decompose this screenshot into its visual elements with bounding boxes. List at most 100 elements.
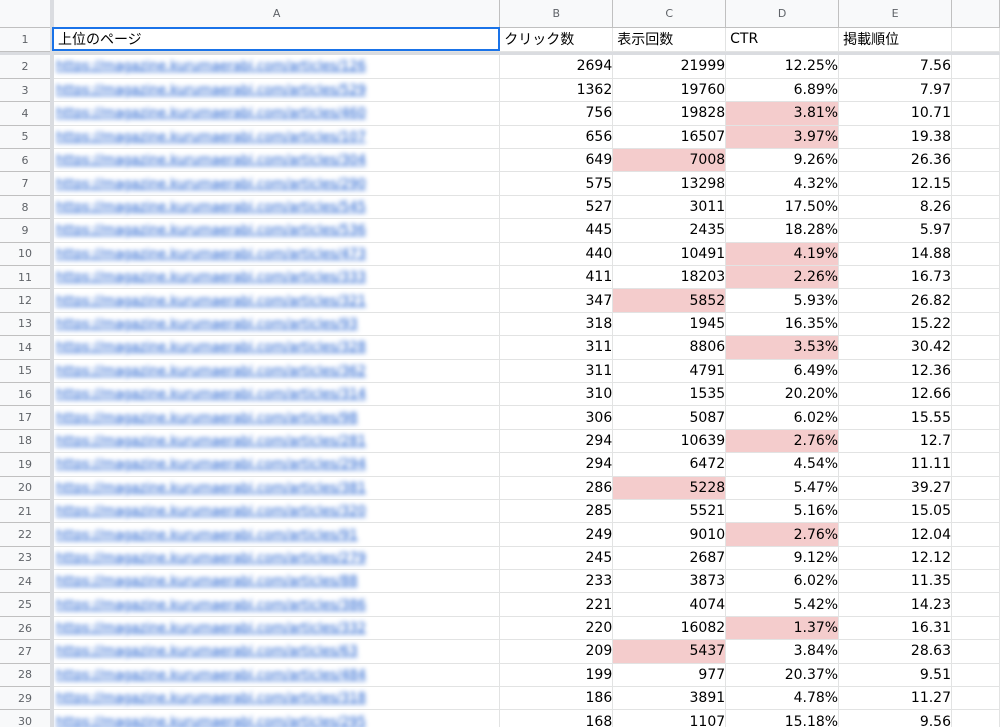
- cell-ctr[interactable]: 3.97%: [725, 125, 840, 150]
- cell-position-header[interactable]: 掲載順位: [838, 27, 952, 52]
- row-number[interactable]: 25: [0, 592, 54, 617]
- cell-clicks[interactable]: 220: [499, 616, 614, 641]
- row-number[interactable]: 17: [0, 405, 54, 430]
- cell-empty[interactable]: [951, 148, 1000, 173]
- cell-page-url[interactable]: https://magazine.kurumaerabi.com/article…: [51, 148, 501, 173]
- page-url-link[interactable]: https://magazine.kurumaerabi.com/article…: [54, 270, 366, 285]
- page-url-link[interactable]: https://magazine.kurumaerabi.com/article…: [54, 247, 366, 262]
- cell-empty[interactable]: [951, 709, 1000, 727]
- column-header-d[interactable]: D: [725, 0, 840, 28]
- row-number[interactable]: 21: [0, 499, 54, 524]
- cell-position[interactable]: 12.04: [838, 522, 952, 547]
- cell-ctr[interactable]: 2.76%: [725, 522, 840, 547]
- cell-empty[interactable]: [951, 686, 1000, 711]
- page-url-link[interactable]: https://magazine.kurumaerabi.com/article…: [54, 598, 366, 613]
- row-number[interactable]: 15: [0, 359, 54, 383]
- cell-page-url[interactable]: https://magazine.kurumaerabi.com/article…: [51, 429, 501, 454]
- cell-impressions[interactable]: 1945: [612, 312, 727, 337]
- cell-ctr[interactable]: 4.78%: [725, 686, 840, 711]
- cell-impressions[interactable]: 8806: [612, 335, 727, 360]
- cell-impressions[interactable]: 1535: [612, 382, 727, 407]
- row-number[interactable]: 18: [0, 429, 54, 454]
- cell-impressions[interactable]: 13298: [612, 171, 727, 196]
- cell-impressions[interactable]: 10639: [612, 429, 727, 454]
- cell-clicks[interactable]: 306: [499, 405, 614, 430]
- cell-clicks[interactable]: 310: [499, 382, 614, 407]
- row-number[interactable]: 11: [0, 265, 54, 290]
- row-number[interactable]: 9: [0, 218, 54, 243]
- cell-impressions[interactable]: 4074: [612, 592, 727, 617]
- cell-ctr[interactable]: 2.76%: [725, 429, 840, 454]
- row-number[interactable]: 24: [0, 569, 54, 594]
- column-header-b[interactable]: B: [499, 0, 614, 28]
- cell-page-url[interactable]: https://magazine.kurumaerabi.com/article…: [51, 382, 501, 407]
- cell-empty[interactable]: [951, 522, 1000, 547]
- page-url-link[interactable]: https://magazine.kurumaerabi.com/article…: [54, 504, 366, 519]
- row-number[interactable]: 3: [0, 78, 54, 103]
- cell-page-url[interactable]: https://magazine.kurumaerabi.com/article…: [51, 359, 501, 383]
- cell-position[interactable]: 14.23: [838, 592, 952, 617]
- cell-page-url[interactable]: https://magazine.kurumaerabi.com/article…: [51, 55, 501, 79]
- cell-ctr[interactable]: 16.35%: [725, 312, 840, 337]
- cell-clicks[interactable]: 209: [499, 639, 614, 664]
- cell-position[interactable]: 12.7: [838, 429, 952, 454]
- cell-empty[interactable]: [951, 218, 1000, 243]
- page-url-link[interactable]: https://magazine.kurumaerabi.com/article…: [54, 294, 366, 309]
- page-url-link[interactable]: https://magazine.kurumaerabi.com/article…: [54, 715, 366, 727]
- cell-clicks[interactable]: 575: [499, 171, 614, 196]
- cell-impressions[interactable]: 9010: [612, 522, 727, 547]
- row-number[interactable]: 1: [0, 27, 54, 52]
- cell-impressions[interactable]: 5087: [612, 405, 727, 430]
- cell-impressions[interactable]: 5228: [612, 476, 727, 500]
- cell-clicks[interactable]: 411: [499, 265, 614, 290]
- cell-impressions[interactable]: 1107: [612, 709, 727, 727]
- cell-clicks[interactable]: 285: [499, 499, 614, 524]
- page-url-link[interactable]: https://magazine.kurumaerabi.com/article…: [54, 130, 366, 145]
- cell-empty[interactable]: [951, 55, 1000, 79]
- cell-ctr[interactable]: 4.54%: [725, 452, 840, 477]
- cell-position[interactable]: 30.42: [838, 335, 952, 360]
- cell-ctr[interactable]: 3.81%: [725, 101, 840, 126]
- cell-ctr[interactable]: 2.26%: [725, 265, 840, 290]
- cell-clicks[interactable]: 311: [499, 359, 614, 383]
- cell-page-url[interactable]: https://magazine.kurumaerabi.com/article…: [51, 709, 501, 727]
- row-number[interactable]: 2: [0, 55, 54, 79]
- cell-page-url[interactable]: https://magazine.kurumaerabi.com/article…: [51, 592, 501, 617]
- cell-ctr[interactable]: 9.12%: [725, 546, 840, 571]
- page-url-link[interactable]: https://magazine.kurumaerabi.com/article…: [54, 364, 366, 379]
- cell-clicks[interactable]: 233: [499, 569, 614, 594]
- cell-empty[interactable]: [951, 78, 1000, 103]
- cell-position[interactable]: 5.97: [838, 218, 952, 243]
- cell-empty[interactable]: [951, 569, 1000, 594]
- column-header-a[interactable]: A: [51, 0, 501, 28]
- cell-position[interactable]: 12.12: [838, 546, 952, 571]
- cell-ctr[interactable]: 6.02%: [725, 405, 840, 430]
- cell-ctr[interactable]: 20.37%: [725, 663, 840, 688]
- row-number[interactable]: 22: [0, 522, 54, 547]
- cell-page-url[interactable]: https://magazine.kurumaerabi.com/article…: [51, 125, 501, 150]
- row-number[interactable]: 8: [0, 195, 54, 220]
- page-url-link[interactable]: https://magazine.kurumaerabi.com/article…: [54, 200, 366, 215]
- cell-page-url[interactable]: https://magazine.kurumaerabi.com/article…: [51, 546, 501, 571]
- cell-position[interactable]: 9.51: [838, 663, 952, 688]
- cell-clicks[interactable]: 221: [499, 592, 614, 617]
- cell-page-url[interactable]: https://magazine.kurumaerabi.com/article…: [51, 452, 501, 477]
- cell-ctr[interactable]: 1.37%: [725, 616, 840, 641]
- cell-clicks[interactable]: 527: [499, 195, 614, 220]
- cell-position[interactable]: 28.63: [838, 639, 952, 664]
- page-url-link[interactable]: https://magazine.kurumaerabi.com/article…: [54, 481, 366, 496]
- cell-empty[interactable]: [951, 265, 1000, 290]
- cell-ctr[interactable]: 9.26%: [725, 148, 840, 173]
- cell-impressions[interactable]: 4791: [612, 359, 727, 383]
- row-number[interactable]: 12: [0, 288, 54, 313]
- page-url-link[interactable]: https://magazine.kurumaerabi.com/article…: [54, 457, 366, 472]
- cell-empty[interactable]: [951, 27, 1000, 52]
- cell-empty[interactable]: [951, 429, 1000, 454]
- cell-ctr[interactable]: 17.50%: [725, 195, 840, 220]
- cell-page-url[interactable]: https://magazine.kurumaerabi.com/article…: [51, 569, 501, 594]
- cell-position[interactable]: 12.15: [838, 171, 952, 196]
- cell-position[interactable]: 16.73: [838, 265, 952, 290]
- row-number[interactable]: 29: [0, 686, 54, 711]
- cell-empty[interactable]: [951, 312, 1000, 337]
- cell-position[interactable]: 11.11: [838, 452, 952, 477]
